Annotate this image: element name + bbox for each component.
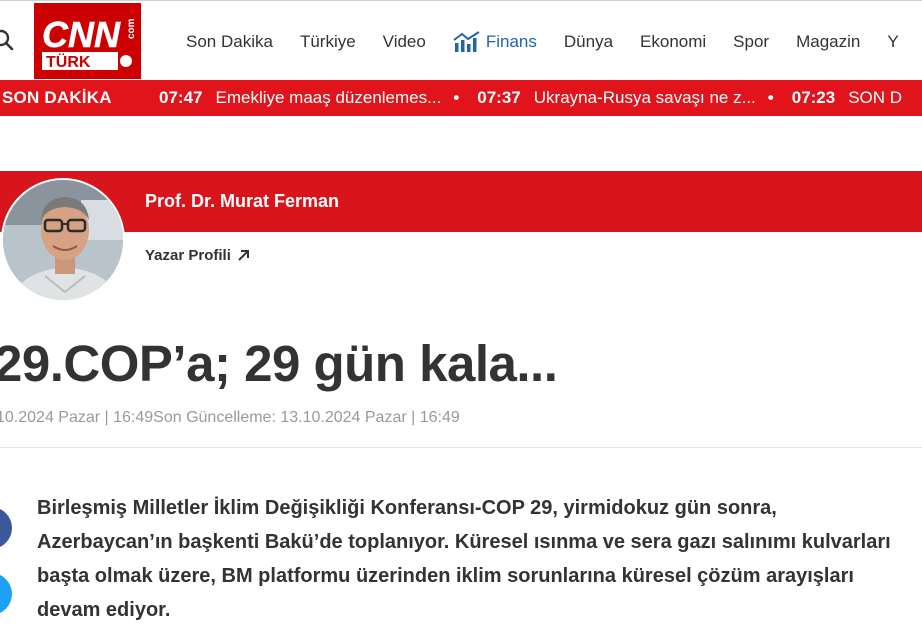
external-arrow-icon	[238, 250, 249, 261]
ticker-item[interactable]: 07:23 SON D	[792, 88, 902, 108]
news-ticker: 07:47 Emekliye maaş düzenlemes... • 07:3…	[159, 88, 920, 108]
ticker-item[interactable]: 07:47 Emekliye maaş düzenlemes... •	[159, 88, 459, 108]
ticker-time: 07:47	[159, 88, 203, 107]
author-profile-link[interactable]: Yazar Profili	[145, 247, 250, 264]
top-navigation: CNN com TÜRK Son Dakika Türkiye Video Fi…	[0, 0, 922, 80]
article-meta: 10.2024 Pazar | 16:49Son Güncelleme: 13.…	[0, 409, 460, 426]
nav-dunya[interactable]: Dünya	[564, 32, 613, 52]
main-menu: Son Dakika Türkiye Video Finans Dünya Ek…	[186, 31, 922, 53]
facebook-share-icon[interactable]	[0, 507, 12, 549]
ticker-text: SON D	[848, 88, 903, 107]
ticker-separator: •	[767, 88, 774, 107]
author-name[interactable]: Prof. Dr. Murat Ferman	[145, 191, 339, 212]
breaking-news-bar: SON DAKİKA 07:47 Emekliye maaş düzenleme…	[0, 80, 922, 116]
svg-text:TÜRK: TÜRK	[46, 52, 91, 71]
cnn-turk-logo[interactable]: CNN com TÜRK	[34, 3, 141, 79]
article-title: 29.COP’a; 29 gün kala...	[0, 335, 558, 392]
ticker-time: 07:23	[791, 88, 836, 107]
ticker-text: Ukrayna-Rusya savaşı ne z...	[533, 88, 756, 107]
nav-turkiye[interactable]: Türkiye	[300, 32, 356, 52]
nav-ekonomi[interactable]: Ekonomi	[640, 32, 706, 52]
nav-more[interactable]: Y	[887, 32, 898, 52]
svg-text:CNN: CNN	[42, 14, 121, 55]
ticker-text: Emekliye maaş düzenlemes...	[215, 88, 442, 107]
ticker-separator: •	[453, 88, 460, 107]
author-band	[0, 171, 922, 232]
svg-text:com: com	[126, 18, 137, 39]
chart-icon	[453, 31, 480, 52]
nav-video[interactable]: Video	[383, 32, 426, 52]
nav-spor[interactable]: Spor	[733, 32, 769, 52]
divider	[0, 447, 922, 448]
nav-magazin[interactable]: Magazin	[796, 32, 860, 52]
article-lead: Birleşmiş Milletler İklim Değişikliği Ko…	[37, 497, 891, 621]
ticker-time: 07:37	[477, 88, 521, 107]
profile-link-label: Yazar Profili	[145, 247, 231, 264]
nav-finans-label: Finans	[485, 32, 537, 51]
search-icon[interactable]	[0, 29, 14, 51]
nav-son-dakika[interactable]: Son Dakika	[186, 32, 273, 52]
author-avatar[interactable]	[1, 178, 125, 302]
ticker-item[interactable]: 07:37 Ukrayna-Rusya savaşı ne z... •	[477, 88, 773, 108]
breaking-label[interactable]: SON DAKİKA	[2, 88, 112, 108]
nav-finans[interactable]: Finans	[453, 31, 537, 53]
twitter-share-icon[interactable]	[0, 573, 12, 615]
